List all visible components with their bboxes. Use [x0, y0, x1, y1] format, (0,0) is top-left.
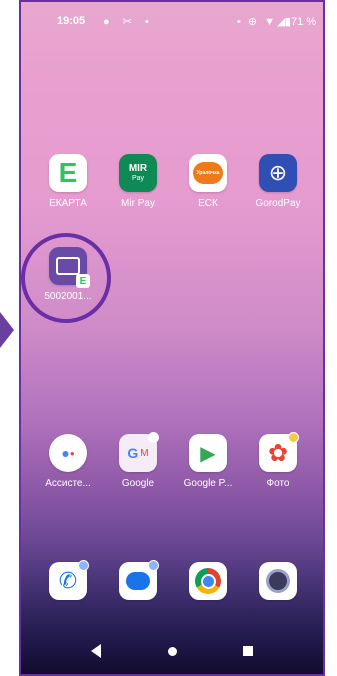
pointer-arrow — [0, 312, 14, 348]
app-label: Фото — [266, 478, 290, 489]
camera-icon — [259, 562, 297, 600]
status-time: 19:05 — [57, 15, 86, 27]
app-card-shortcut[interactable]: E 5002001... — [36, 247, 100, 302]
google-folder-icon: G M — [119, 432, 159, 472]
notification-icons: ● ✂ • — [103, 16, 154, 28]
phone-icon: ✆ — [49, 560, 89, 600]
mirpay-icon: MIR Pay — [119, 154, 157, 192]
app-label: 5002001... — [44, 291, 92, 302]
assistant-icon: ● ● — [49, 434, 87, 472]
app-label: Google — [121, 478, 155, 489]
app-label: Ассисте... — [45, 478, 91, 489]
recent-apps-icon[interactable] — [243, 646, 253, 656]
signal-icons: • ⊕ ▼◢ — [237, 16, 288, 28]
app-mirpay[interactable]: MIR Pay Mir Pay — [106, 154, 170, 209]
back-icon[interactable] — [91, 644, 101, 658]
shortcut-card-icon: E — [49, 247, 90, 288]
status-bar: 19:05 ● ✂ • • ⊕ ▼◢ ▮71 % — [21, 2, 323, 40]
app-assistant[interactable]: ● ● Ассисте... — [36, 434, 100, 489]
gorodpay-icon: ⊕ — [259, 154, 297, 192]
app-label: Mir Pay — [121, 198, 155, 209]
ekarta-icon: E — [49, 154, 87, 192]
app-photos[interactable]: ✿ Фото — [246, 432, 310, 489]
dock-camera[interactable] — [246, 562, 310, 600]
chrome-icon — [189, 562, 227, 600]
messages-icon — [119, 560, 159, 600]
google-play-icon: ▶ — [189, 434, 227, 472]
app-google-folder[interactable]: G M Google — [106, 432, 170, 489]
dock-phone[interactable]: ✆ — [36, 560, 100, 600]
dock-messages[interactable] — [106, 560, 170, 600]
app-gorodpay[interactable]: ⊕ GorodPay — [246, 154, 310, 209]
app-ekarta[interactable]: E ЕКАРТА — [36, 154, 100, 209]
app-label: ЕСК — [198, 198, 218, 209]
app-label: ЕКАРТА — [49, 198, 87, 209]
app-google-play[interactable]: ▶ Google P... — [176, 434, 240, 489]
app-label: GorodPay — [255, 198, 301, 209]
home-icon[interactable] — [167, 646, 177, 656]
dock-chrome[interactable] — [176, 562, 240, 600]
navigation-bar — [21, 628, 323, 674]
esk-icon: Уралочка — [189, 154, 227, 192]
battery-indicator: ▮71 % — [285, 16, 317, 28]
phone-screen: 19:05 ● ✂ • • ⊕ ▼◢ ▮71 % E ЕКАРТА MIR Pa… — [19, 0, 325, 676]
app-label: Google P... — [183, 478, 233, 489]
app-esk[interactable]: Уралочка ЕСК — [176, 154, 240, 209]
photos-icon: ✿ — [259, 432, 299, 472]
